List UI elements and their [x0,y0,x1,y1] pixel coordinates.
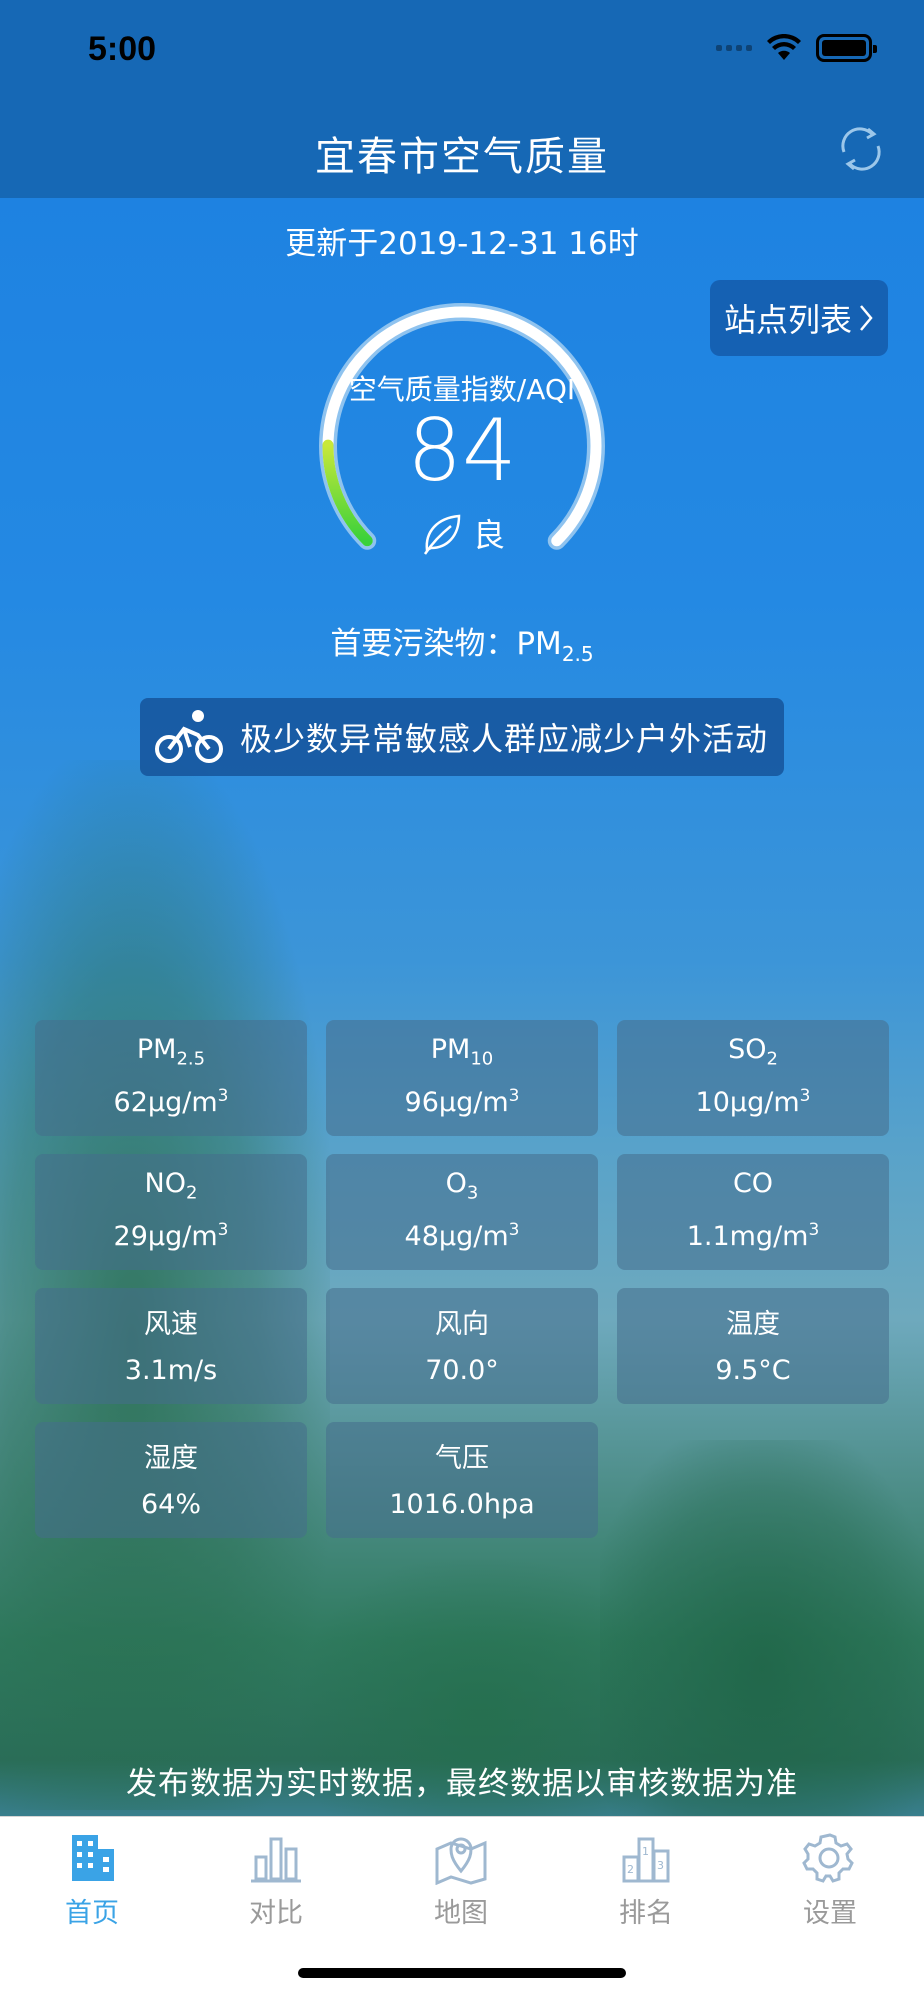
metric-name: NO2 [144,1168,198,1204]
wifi-icon [767,34,801,60]
chevron-right-icon [860,305,873,331]
status-icons [716,34,877,62]
metric-name: PM10 [430,1034,494,1070]
gear-icon [802,1833,854,1883]
battery-icon [816,34,877,62]
metric-value: 64% [140,1489,201,1520]
svg-text:1: 1 [642,1845,649,1858]
home-indicator [298,1968,626,1978]
metric-card: NO2 29μg/m3 [35,1154,307,1270]
health-advice-banner: 极少数异常敏感人群应减少户外活动 [140,698,784,776]
data-disclaimer: 发布数据为实时数据，最终数据以审核数据为准 [126,1766,798,1802]
metric-value: 1016.0hpa [389,1489,535,1520]
metric-card: 温度 9.5°C [617,1288,889,1404]
metric-card: PM2.5 62μg/m3 [35,1020,307,1136]
signal-icon [716,45,752,51]
refresh-icon[interactable] [834,122,888,176]
metric-card: PM10 96μg/m3 [326,1020,598,1136]
metric-value: 3.1m/s [124,1355,218,1386]
aqi-level-text: 良 [472,516,505,554]
nav-bar: 宜春市空气质量 [0,100,924,198]
mountain-scenery [0,760,330,1810]
update-time: 更新于2019-12-31 16时 [285,226,639,262]
metric-card: 湿度 64% [35,1422,307,1538]
leaf-icon [423,514,461,555]
page-title: 宜春市空气质量 [315,134,609,180]
primary-pollutant-name: PM [516,626,562,662]
metric-card: SO2 10μg/m3 [617,1020,889,1136]
metric-card: 气压 1016.0hpa [326,1422,598,1538]
tab-settings-label: 设置 [803,1898,857,1929]
metric-name: PM2.5 [136,1034,206,1070]
metric-card: 风速 3.1m/s [35,1288,307,1404]
bicycle-icon [155,710,223,763]
metric-name: O3 [445,1168,479,1204]
metric-name: 风速 [144,1309,198,1340]
primary-pollutant-prefix: 首要污染物： [330,626,517,662]
podium-icon: 213 [622,1837,670,1883]
svg-text:3: 3 [657,1859,664,1872]
primary-pollutant: 首要污染物：PM2.5 [0,618,924,666]
station-list-label: 站点列表 [723,301,852,339]
metric-name: 气压 [435,1443,489,1474]
tab-compare[interactable]: 对比 [216,1831,336,1930]
metric-value: 29μg/m3 [113,1220,229,1252]
map-pin-icon [435,1837,487,1885]
tab-ranking[interactable]: 213 排名 [586,1831,706,1930]
status-bar: 5:00 [0,0,924,100]
metric-name: SO2 [728,1034,778,1070]
metric-card: 风向 70.0° [326,1288,598,1404]
metric-name: CO [732,1168,774,1199]
bar-chart-icon [251,1837,301,1883]
metric-name: 温度 [726,1309,780,1340]
metric-card: O3 48μg/m3 [326,1154,598,1270]
tab-home[interactable]: 首页 [32,1831,152,1930]
metric-value: 96μg/m3 [404,1086,520,1118]
primary-pollutant-sub: 2.5 [561,642,594,667]
health-advice-text: 极少数异常敏感人群应减少户外活动 [240,720,769,758]
metric-value: 70.0° [425,1355,499,1386]
building-icon [72,1835,114,1881]
svg-text:2: 2 [627,1863,634,1876]
tab-map[interactable]: 地图 [401,1831,521,1930]
tab-compare-label: 对比 [249,1898,303,1929]
tab-ranking-label: 排名 [619,1898,673,1929]
metric-name: 风向 [435,1309,489,1340]
status-time: 5:00 [88,30,157,68]
metric-value: 9.5°C [715,1355,791,1386]
aqi-value: 84 [407,401,517,501]
metric-name: 湿度 [144,1443,198,1474]
tab-settings[interactable]: 设置 [770,1831,890,1930]
aqi-level: 良 [0,510,924,556]
metric-card: CO 1.1mg/m3 [617,1154,889,1270]
tab-home-label: 首页 [65,1898,119,1929]
metric-value: 62μg/m3 [113,1086,229,1118]
tab-map-label: 地图 [434,1898,488,1929]
station-list-button[interactable]: 站点列表 [710,280,888,356]
metric-value: 48μg/m3 [404,1220,520,1252]
metric-value: 10μg/m3 [695,1086,811,1118]
metric-value: 1.1mg/m3 [686,1220,820,1252]
